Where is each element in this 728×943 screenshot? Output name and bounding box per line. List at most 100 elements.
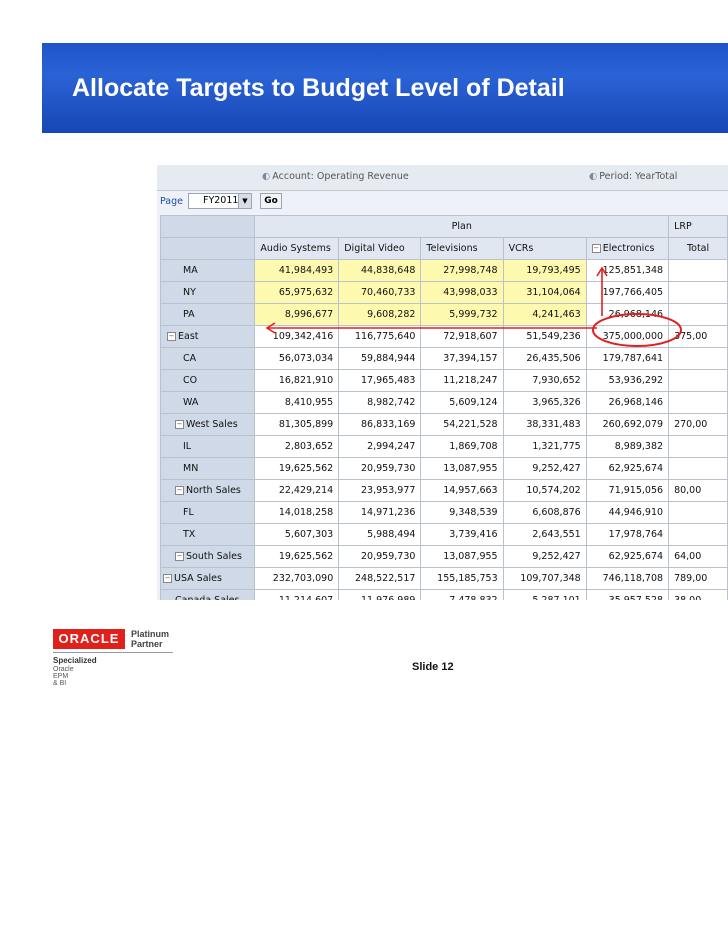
grid-cell[interactable]: 44,946,910 — [585, 501, 670, 524]
row-header[interactable]: CA — [159, 347, 256, 370]
grid-cell[interactable]: 26,968,146 — [585, 391, 670, 414]
grid-cell[interactable]: 155,185,753 — [420, 567, 504, 590]
grid-cell[interactable]: 16,821,910 — [254, 369, 340, 392]
row-header[interactable]: − East — [159, 325, 256, 348]
grid-cell[interactable]: 64,00 — [668, 545, 728, 568]
grid-cell[interactable]: 179,787,641 — [585, 347, 670, 370]
grid-cell[interactable] — [668, 369, 728, 392]
row-header[interactable]: − USA Sales — [159, 567, 256, 590]
pov-account[interactable]: ◐ Account: Operating Revenue — [262, 171, 409, 182]
grid-cell[interactable]: 7,478,832 — [420, 589, 504, 600]
grid-cell[interactable]: 11,214,607 — [254, 589, 340, 600]
grid-cell[interactable]: 72,918,607 — [420, 325, 504, 348]
grid-cell[interactable]: 70,460,733 — [338, 281, 422, 304]
grid-cell[interactable] — [668, 457, 728, 480]
grid-cell[interactable]: 1,869,708 — [420, 435, 504, 458]
grid-cell[interactable]: 2,994,247 — [338, 435, 422, 458]
grid-cell[interactable]: 44,838,648 — [338, 259, 422, 282]
grid-cell[interactable]: 260,692,079 — [585, 413, 670, 436]
row-header[interactable]: − South Sales — [159, 545, 256, 568]
grid-cell[interactable]: 232,703,090 — [254, 567, 340, 590]
grid-cell[interactable]: 27,998,748 — [420, 259, 504, 282]
grid-cell[interactable]: 41,984,493 — [254, 259, 340, 282]
grid-cell[interactable]: 59,884,944 — [338, 347, 422, 370]
grid-cell[interactable]: 17,978,764 — [585, 523, 670, 546]
grid-cell[interactable] — [668, 391, 728, 414]
grid-cell[interactable]: 56,073,034 — [254, 347, 340, 370]
grid-cell[interactable]: 86,833,169 — [338, 413, 422, 436]
grid-cell[interactable]: 51,549,236 — [502, 325, 587, 348]
grid-cell[interactable]: 38,331,483 — [502, 413, 587, 436]
grid-cell[interactable]: 19,625,562 — [254, 457, 340, 480]
grid-cell[interactable] — [668, 303, 728, 326]
row-header[interactable]: CO — [159, 369, 256, 392]
grid-cell[interactable]: 62,925,674 — [585, 457, 670, 480]
grid-cell[interactable] — [668, 501, 728, 524]
grid-cell[interactable]: 17,965,483 — [338, 369, 422, 392]
grid-cell[interactable]: 5,999,732 — [420, 303, 504, 326]
grid-cell[interactable] — [668, 347, 728, 370]
row-header[interactable]: IL — [159, 435, 256, 458]
grid-cell[interactable]: 5,607,303 — [254, 523, 340, 546]
row-header[interactable]: MN — [159, 457, 256, 480]
grid-cell[interactable]: 62,925,674 — [585, 545, 670, 568]
grid-cell[interactable] — [668, 259, 728, 282]
grid-cell[interactable]: 43,998,033 — [420, 281, 504, 304]
go-button[interactable]: Go — [260, 193, 282, 209]
grid-cell[interactable]: 20,959,730 — [338, 545, 422, 568]
grid-cell[interactable]: 31,104,064 — [502, 281, 587, 304]
grid-cell[interactable]: 13,087,955 — [420, 457, 504, 480]
grid-cell[interactable]: 2,643,551 — [502, 523, 587, 546]
grid-cell[interactable]: 4,241,463 — [502, 303, 587, 326]
grid-cell[interactable]: 26,968,146 — [585, 303, 670, 326]
grid-cell[interactable]: 109,707,348 — [502, 567, 587, 590]
grid-cell[interactable] — [668, 523, 728, 546]
pov-period[interactable]: ◐ Period: YearTotal — [589, 171, 677, 182]
grid-cell[interactable]: 3,739,416 — [420, 523, 504, 546]
grid-cell[interactable]: 5,287,101 — [502, 589, 587, 600]
grid-cell[interactable]: 5,609,124 — [420, 391, 504, 414]
row-header[interactable]: Canada Sales — [159, 589, 256, 600]
grid-cell[interactable]: 8,989,382 — [585, 435, 670, 458]
row-header[interactable]: − North Sales — [159, 479, 256, 502]
grid-cell[interactable]: 19,793,495 — [502, 259, 587, 282]
row-header[interactable]: MA — [159, 259, 256, 282]
column-header-electronics[interactable]: − Electronics — [585, 237, 670, 260]
grid-cell[interactable]: 125,851,348 — [585, 259, 670, 282]
grid-cell[interactable] — [668, 281, 728, 304]
grid-cell[interactable]: 109,342,416 — [254, 325, 340, 348]
page-select[interactable]: FY2011 ▼ — [188, 193, 252, 209]
grid-cell[interactable]: 197,766,405 — [585, 281, 670, 304]
grid-cell[interactable]: 375,000,000 — [585, 325, 670, 348]
collapse-icon[interactable]: − — [175, 420, 184, 429]
grid-cell[interactable]: 9,252,427 — [502, 457, 587, 480]
grid-cell[interactable]: 10,574,202 — [502, 479, 587, 502]
row-header[interactable]: NY — [159, 281, 256, 304]
grid-cell[interactable]: 53,936,292 — [585, 369, 670, 392]
grid-cell[interactable]: 35,957,528 — [585, 589, 670, 600]
grid-cell[interactable]: 38,00 — [668, 589, 728, 600]
grid-cell[interactable]: 9,348,539 — [420, 501, 504, 524]
grid-cell[interactable]: 11,218,247 — [420, 369, 504, 392]
grid-cell[interactable]: 11,976,989 — [338, 589, 422, 600]
row-header[interactable]: − West Sales — [159, 413, 256, 436]
grid-cell[interactable]: 9,252,427 — [502, 545, 587, 568]
grid-cell[interactable]: 22,429,214 — [254, 479, 340, 502]
grid-cell[interactable]: 65,975,632 — [254, 281, 340, 304]
grid-cell[interactable]: 13,087,955 — [420, 545, 504, 568]
grid-cell[interactable]: 8,982,742 — [338, 391, 422, 414]
grid-cell[interactable]: 19,625,562 — [254, 545, 340, 568]
row-header[interactable]: TX — [159, 523, 256, 546]
grid-cell[interactable]: 14,018,258 — [254, 501, 340, 524]
row-header[interactable]: WA — [159, 391, 256, 414]
grid-cell[interactable]: 7,930,652 — [502, 369, 587, 392]
grid-cell[interactable]: 14,971,236 — [338, 501, 422, 524]
grid-cell[interactable]: 20,959,730 — [338, 457, 422, 480]
grid-cell[interactable]: 23,953,977 — [338, 479, 422, 502]
grid-cell[interactable]: 789,00 — [668, 567, 728, 590]
grid-cell[interactable]: 746,118,708 — [585, 567, 670, 590]
grid-cell[interactable]: 71,915,056 — [585, 479, 670, 502]
grid-cell[interactable]: 5,988,494 — [338, 523, 422, 546]
grid-cell[interactable]: 8,410,955 — [254, 391, 340, 414]
grid-cell[interactable]: 270,00 — [668, 413, 728, 436]
